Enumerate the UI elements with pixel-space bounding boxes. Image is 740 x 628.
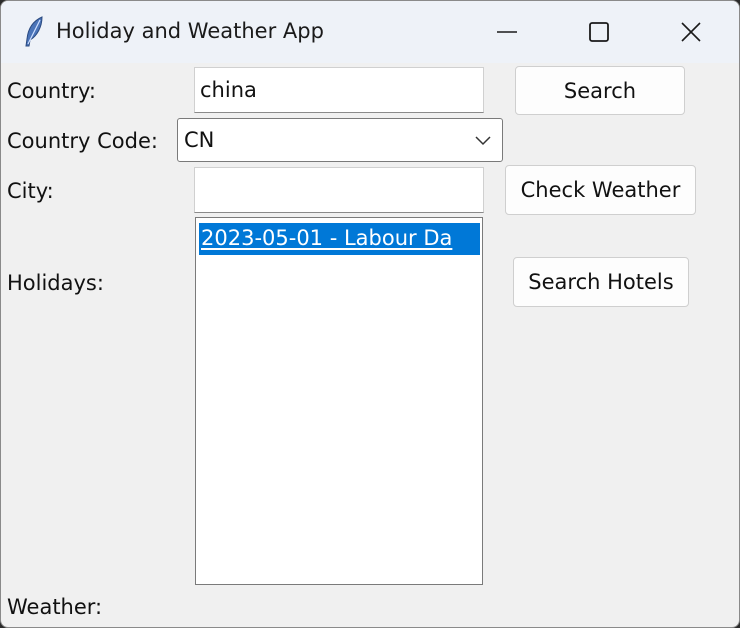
country-label: Country: — [7, 79, 96, 103]
city-label: City: — [7, 179, 54, 203]
list-item[interactable]: 2023-05-01 - Labour Da — [199, 223, 480, 257]
minimize-button[interactable] — [461, 1, 553, 63]
check-weather-button[interactable]: Check Weather — [505, 165, 696, 215]
maximize-icon — [589, 22, 609, 42]
close-button[interactable] — [645, 1, 737, 63]
maximize-button[interactable] — [553, 1, 645, 63]
country-input[interactable]: china — [194, 67, 484, 113]
holidays-listbox[interactable]: 2023-05-01 - Labour Da — [195, 217, 483, 585]
weather-label: Weather: — [7, 595, 103, 619]
holidays-label: Holidays: — [7, 271, 104, 295]
chevron-down-icon[interactable] — [474, 131, 492, 149]
close-icon — [681, 22, 701, 42]
search-button[interactable]: Search — [515, 66, 685, 115]
search-hotels-button[interactable]: Search Hotels — [513, 257, 689, 307]
title-bar[interactable]: Holiday and Weather App — [1, 1, 739, 63]
list-item-text: 2023-05-01 - Labour Da — [201, 226, 453, 250]
minimize-icon — [497, 31, 517, 33]
city-input[interactable] — [194, 167, 484, 213]
country-code-select[interactable]: CN — [177, 118, 503, 162]
country-code-label: Country Code: — [7, 129, 158, 153]
feather-icon — [25, 16, 43, 47]
app-window: Holiday and Weather App Country: china S… — [0, 0, 740, 628]
country-code-value: CN — [184, 128, 215, 152]
window-title: Holiday and Weather App — [56, 19, 324, 43]
